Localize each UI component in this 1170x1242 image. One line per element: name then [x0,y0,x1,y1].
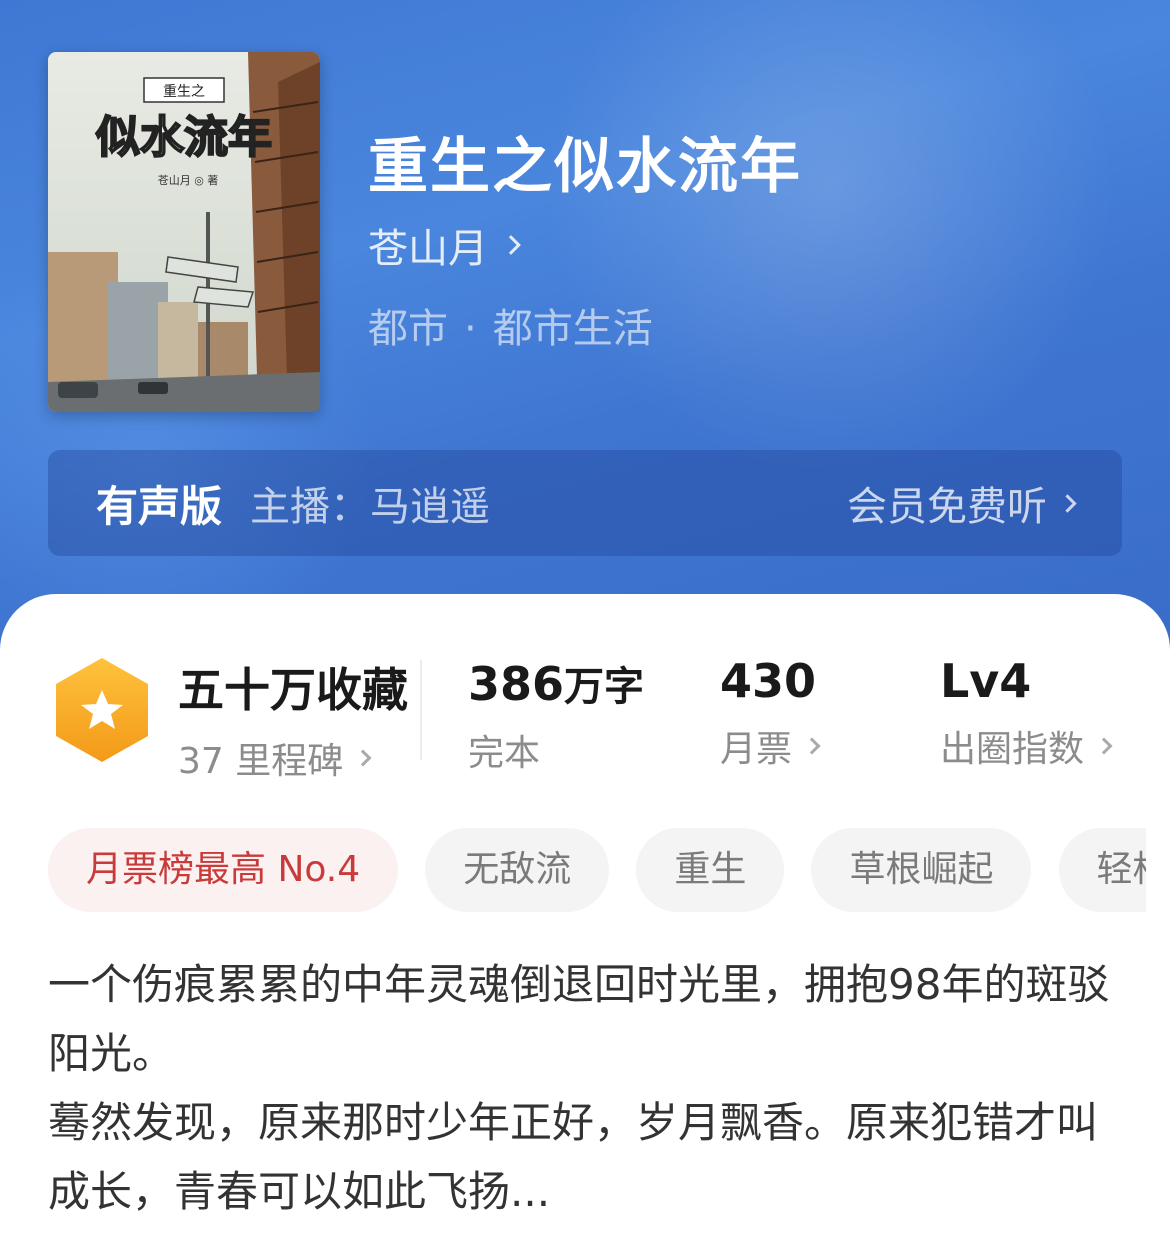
tag-item[interactable]: 无敌流 [425,828,610,912]
tag-ranking[interactable]: 月票榜最高 No.4 [48,828,399,912]
influence-label: 出圈指数 [940,729,1085,770]
milestone-count: 37 里程碑 [178,741,344,782]
cover-title-text: 似水流年 [95,112,272,163]
genre-main[interactable]: 都市 [368,306,448,352]
member-free-listen-button[interactable]: 会员免费听 [847,474,1077,532]
book-info-card: 五十万收藏 37 里程碑 386万字 完本 430 月票 Lv4 出圈指数 月票… [0,594,1170,1242]
stat-word-count: 386万字 完本 [468,654,644,776]
tag-item[interactable]: 轻松 [1058,828,1146,912]
author-link[interactable]: 苍山月 [368,216,521,274]
member-free-listen-label: 会员免费听 [847,484,1047,530]
tag-item[interactable]: 草根崛起 [811,828,1032,912]
stat-collections[interactable]: 五十万收藏 37 里程碑 [178,654,408,784]
stat-monthly-tickets[interactable]: 430 月票 [720,654,821,772]
description-paragraph: 蓦然发现，原来那时少年正好，岁月飘香。原来犯错才叫成长，青春可以如此飞扬... [48,1098,1099,1216]
chevron-right-icon [501,235,521,255]
word-count-number: 386 [468,657,565,711]
tag-list: 月票榜最高 No.4 无敌流 重生 草根崛起 轻松 [48,828,1146,912]
chevron-right-icon [1058,493,1077,513]
influence-level: Lv4 [940,654,1032,708]
audio-host: 主播：马逍遥 [250,484,491,530]
audio-version-bar[interactable]: 有声版 主播：马逍遥 会员免费听 [48,450,1122,556]
cover-illustration: 重生之 似水流年 苍山月 ◎ 著 [48,52,320,412]
stat-influence-index[interactable]: Lv4 出圈指数 [940,654,1113,772]
completion-status: 完本 [468,733,541,774]
genre-line: 都市 · 都市生活 [368,296,653,354]
cover-author-text: 苍山月 ◎ 著 [158,173,219,187]
genre-sub[interactable]: 都市生活 [493,306,653,352]
chevron-right-icon [803,737,821,755]
chevron-right-icon [1095,737,1113,755]
monthly-tickets-label: 月票 [720,729,793,770]
audio-version-label: 有声版 [96,481,223,531]
book-title: 重生之似水流年 [368,132,802,202]
genre-separator: · [464,306,477,352]
author-name: 苍山月 [368,226,488,272]
chevron-right-icon [354,749,372,767]
stats-row: 五十万收藏 37 里程碑 386万字 完本 430 月票 Lv4 出圈指数 [0,654,1170,782]
star-badge-icon [56,658,148,762]
tag-item[interactable]: 重生 [636,828,785,912]
collections-value: 五十万收藏 [178,663,408,717]
description-paragraph: 一个伤痕累累的中年灵魂倒退回时光里，拥抱98年的斑驳阳光。 [48,960,1110,1078]
word-count-unit: 万字 [564,664,645,710]
header-glow [520,0,1140,500]
monthly-tickets-value: 430 [720,654,817,708]
book-header: 重生之 似水流年 苍山月 ◎ 著 重生之似水流年 苍山月 都市 · 都市生活 有声版… [0,0,1170,660]
stats-divider [420,660,422,760]
book-cover[interactable]: 重生之 似水流年 苍山月 ◎ 著 [48,52,320,412]
book-description[interactable]: 一个伤痕累累的中年灵魂倒退回时光里，拥抱98年的斑驳阳光。 蓦然发现，原来那时少… [48,950,1128,1226]
cover-series-text: 重生之 [163,84,205,100]
